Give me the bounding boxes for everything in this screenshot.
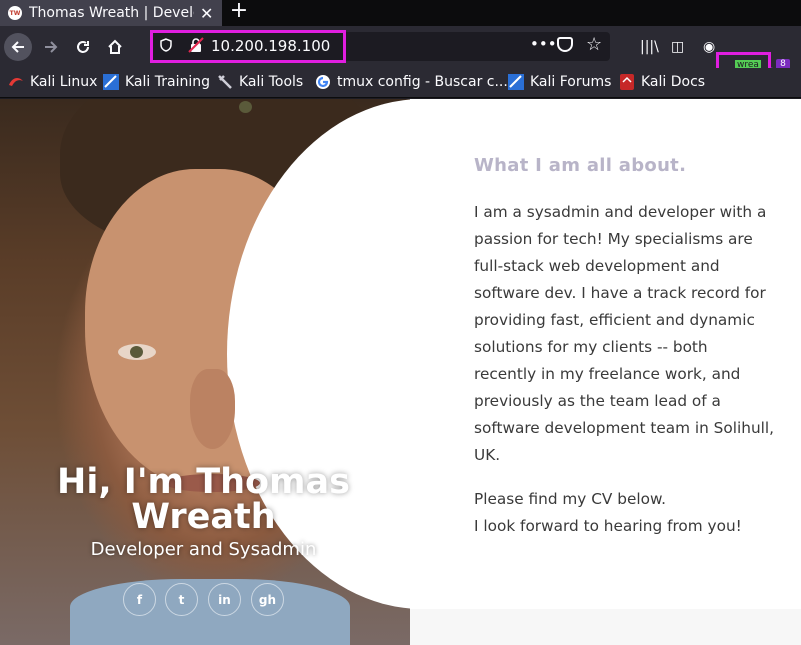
bookmark-kali-docs[interactable]: Kali Docs: [619, 74, 705, 90]
kali-dragon-icon: [8, 74, 24, 90]
bookmark-kali-training[interactable]: Kali Training: [103, 74, 210, 90]
back-button[interactable]: [4, 33, 32, 61]
favicon-icon: TW: [8, 6, 22, 20]
hero-section: Hi, I'm Thomas Wreath Developer and Sysa…: [0, 99, 410, 645]
forward-line: I look forward to hearing from you!: [474, 517, 742, 535]
github-icon[interactable]: gh: [251, 583, 284, 616]
bookmark-tmux-config[interactable]: tmux config - Buscar c...: [315, 74, 508, 90]
google-icon: [315, 74, 331, 90]
portrait-collar: [70, 579, 350, 645]
portrait-nose: [190, 369, 235, 449]
url-highlight-box: [150, 30, 346, 63]
next-section-strip: [410, 609, 801, 645]
bookmarks-toolbar: Kali Linux Kali Training Kali Tools tmux…: [0, 68, 801, 98]
kali-tools-icon: [217, 74, 233, 90]
arrow-right-icon: [45, 41, 58, 53]
hero-subtitle: Developer and Sysadmin: [90, 539, 317, 560]
about-heading: What I am all about.: [474, 155, 687, 176]
kali-training-icon: [103, 74, 119, 90]
new-tab-button[interactable]: +: [228, 0, 250, 26]
bookmark-label: Kali Forums: [530, 74, 612, 90]
bookmark-kali-forums[interactable]: Kali Forums: [508, 74, 611, 90]
close-tab-icon[interactable]: ✕: [200, 4, 213, 23]
linkedin-icon[interactable]: in: [208, 583, 241, 616]
bookmark-label: Kali Linux: [30, 74, 98, 90]
tab-bar: TW Thomas Wreath | Developer ✕ +: [0, 0, 801, 26]
bookmark-kali-tools[interactable]: Kali Tools: [217, 74, 303, 90]
bookmark-kali-linux[interactable]: Kali Linux: [8, 74, 97, 90]
about-contact-paragraph: Please find my CV below. I look forward …: [474, 486, 794, 540]
hero-title: Hi, I'm Thomas Wreath: [57, 462, 350, 537]
bookmark-label: Kali Docs: [641, 74, 706, 90]
bookmark-label: tmux config - Buscar c...: [337, 74, 508, 90]
home-icon: [108, 39, 122, 54]
reload-icon: [77, 41, 89, 53]
about-section: What I am all about. I am a sysadmin and…: [410, 99, 801, 609]
account-icon[interactable]: ◉: [703, 39, 715, 55]
kali-forums-icon: [508, 74, 524, 90]
cv-line: Please find my CV below.: [474, 490, 666, 508]
tab-active[interactable]: TW Thomas Wreath | Developer ✕: [0, 0, 222, 26]
bookmark-label: Kali Training: [125, 74, 210, 90]
page-actions-menu-icon[interactable]: •••: [530, 35, 557, 53]
sidebar-icon[interactable]: ◫: [671, 39, 684, 55]
home-button[interactable]: [101, 33, 129, 61]
portrait-eye-left: [118, 344, 156, 360]
arrow-left-icon: [11, 41, 24, 53]
forward-button[interactable]: [37, 33, 65, 61]
reload-button[interactable]: [69, 33, 97, 61]
kali-docs-icon: [619, 74, 635, 90]
page-content: Hi, I'm Thomas Wreath Developer and Sysa…: [0, 99, 801, 645]
facebook-icon[interactable]: f: [123, 583, 156, 616]
about-paragraph: I am a sysadmin and developer with a pas…: [474, 203, 774, 464]
navigation-toolbar: 10.200.198.100 ••• ☆ |||\ ◫ ◉ wrea 8: [0, 26, 801, 92]
tab-title: Thomas Wreath | Developer: [29, 5, 194, 21]
bookmark-star-icon[interactable]: ☆: [586, 34, 602, 55]
twitter-icon[interactable]: t: [165, 583, 198, 616]
bookmark-label: Kali Tools: [239, 74, 304, 90]
library-icon[interactable]: |||\: [640, 39, 659, 55]
